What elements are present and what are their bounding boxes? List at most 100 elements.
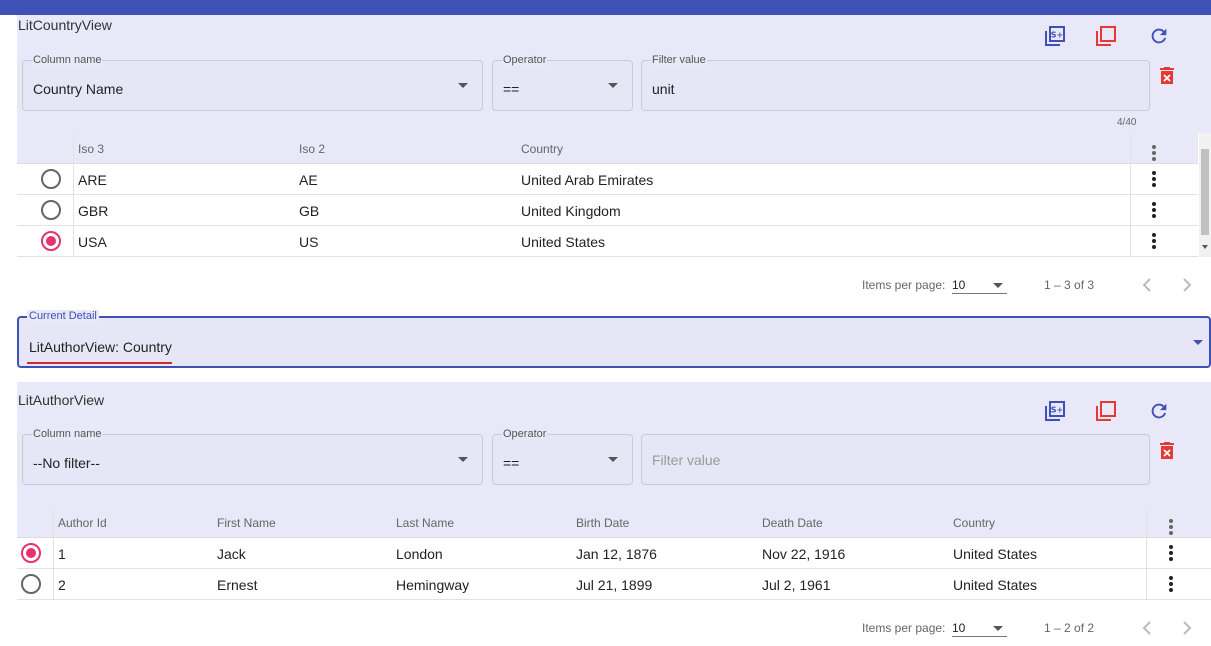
operator-select[interactable]: Operator == <box>492 54 633 111</box>
chevron-down-icon <box>993 626 1003 631</box>
scrollbar-thumb[interactable] <box>1201 149 1209 235</box>
items-per-page-label: Items per page: <box>862 621 946 635</box>
row-menu-icon[interactable] <box>1152 202 1156 220</box>
scroll-down-icon[interactable] <box>1202 245 1208 249</box>
column-header-country[interactable]: Country <box>521 142 563 156</box>
previous-page-button[interactable] <box>1141 278 1153 292</box>
delete-filter-icon <box>1160 442 1174 459</box>
chevron-down-icon <box>608 83 618 88</box>
library-add-icon: S+ <box>1045 401 1065 421</box>
author-view-title: LitAuthorView <box>18 392 105 408</box>
items-per-page-label: Items per page: <box>862 278 946 292</box>
current-detail-select[interactable]: Current Detail LitAuthorView: Country <box>17 310 1211 368</box>
row-select-radio[interactable] <box>41 231 61 251</box>
operator-value: == <box>503 81 520 97</box>
refresh-button[interactable] <box>1146 23 1172 49</box>
previous-page-button[interactable] <box>1141 621 1153 635</box>
clear-filter-button[interactable] <box>1154 63 1180 89</box>
column-header-first-name[interactable]: First Name <box>217 516 276 530</box>
column-name-select[interactable]: Column name Country Name <box>22 54 483 111</box>
row-menu-icon[interactable] <box>1152 233 1156 251</box>
column-menu-icon[interactable] <box>1169 519 1173 537</box>
country-view-title: LitCountryView <box>18 17 112 33</box>
filter-value-label: Filter value <box>651 54 707 66</box>
table-row[interactable]: 1 Jack London Jan 12, 1876 Nov 22, 1916 … <box>17 538 1211 569</box>
cell-iso3: USA <box>78 234 107 250</box>
refresh-icon <box>1151 403 1167 419</box>
author-view-panel: LitAuthorView S+ Column name --No filter… <box>17 382 1211 507</box>
chevron-right-icon <box>1183 621 1192 635</box>
refresh-icon <box>1151 28 1167 44</box>
column-menu-icon[interactable] <box>1152 145 1156 163</box>
delete-filter-icon <box>1160 67 1174 84</box>
page-range: 1 – 2 of 2 <box>1044 621 1095 635</box>
column-divider <box>1130 133 1131 257</box>
cell-birth-date: Jul 21, 1899 <box>576 577 653 593</box>
column-header-death-date[interactable]: Death Date <box>762 516 823 530</box>
chevron-left-icon <box>1142 621 1151 635</box>
author-table-header: Author Id First Name Last Name Birth Dat… <box>17 507 1211 538</box>
column-name-select[interactable]: Column name --No filter-- <box>22 428 483 485</box>
cell-first-name: Jack <box>217 546 246 562</box>
column-header-last-name[interactable]: Last Name <box>396 516 454 530</box>
add-to-library-button[interactable]: S+ <box>1042 398 1068 424</box>
operator-value: == <box>503 455 520 471</box>
page-size-select[interactable]: 10 <box>952 621 1007 637</box>
column-name-label: Column name <box>32 54 103 66</box>
cell-country: United States <box>521 234 606 250</box>
column-header-iso2[interactable]: Iso 2 <box>299 142 325 156</box>
chevron-down-icon <box>608 457 618 462</box>
copy-button[interactable] <box>1093 398 1119 424</box>
column-name-value: Country Name <box>33 81 124 97</box>
cell-birth-date: Jan 12, 1876 <box>576 546 657 562</box>
row-select-radio[interactable] <box>41 169 61 189</box>
column-divider <box>53 507 54 600</box>
operator-select[interactable]: Operator == <box>492 428 633 485</box>
clear-filter-button[interactable] <box>1154 438 1180 464</box>
table-row[interactable]: USA US United States <box>17 226 1198 257</box>
chevron-down-icon <box>458 83 468 88</box>
filter-value-text: unit <box>652 81 675 97</box>
cell-country: United States <box>953 546 1038 562</box>
chevron-left-icon <box>1142 278 1151 292</box>
table-row[interactable]: GBR GB United Kingdom <box>17 195 1198 226</box>
current-detail-value: LitAuthorView: Country <box>29 339 172 355</box>
next-page-button[interactable] <box>1181 621 1193 635</box>
row-select-radio[interactable] <box>21 543 41 563</box>
current-detail-label: Current Detail <box>27 310 99 322</box>
operator-label: Operator <box>502 54 548 66</box>
copy-icon <box>1096 401 1116 421</box>
column-header-country[interactable]: Country <box>953 516 995 530</box>
next-page-button[interactable] <box>1181 278 1193 292</box>
svg-text:S+: S+ <box>1051 31 1063 40</box>
refresh-button[interactable] <box>1146 398 1172 424</box>
filter-value-input[interactable]: Filter value <box>641 434 1150 485</box>
page-size-value: 10 <box>952 621 966 635</box>
country-table-header: Iso 3 Iso 2 Country <box>17 133 1198 164</box>
page-size-select[interactable]: 10 <box>952 278 1007 294</box>
table-row[interactable]: 2 Ernest Hemingway Jul 21, 1899 Jul 2, 1… <box>17 569 1211 600</box>
cell-death-date: Jul 2, 1961 <box>762 577 831 593</box>
author-table: Author Id First Name Last Name Birth Dat… <box>17 507 1211 600</box>
cell-author-id: 2 <box>58 577 66 593</box>
table-row[interactable]: ARE AE United Arab Emirates <box>17 164 1198 195</box>
table-scrollbar[interactable] <box>1199 133 1211 257</box>
row-select-radio[interactable] <box>41 200 61 220</box>
copy-button[interactable] <box>1093 23 1119 49</box>
row-menu-icon[interactable] <box>1169 545 1173 563</box>
column-header-author-id[interactable]: Author Id <box>58 516 107 530</box>
chevron-down-icon <box>1193 340 1203 345</box>
cell-author-id: 1 <box>58 546 66 562</box>
row-menu-icon[interactable] <box>1169 576 1173 594</box>
column-name-label: Column name <box>32 428 103 440</box>
add-to-library-button[interactable]: S+ <box>1042 23 1068 49</box>
filter-value-input[interactable]: Filter value unit <box>641 54 1150 111</box>
column-header-iso3[interactable]: Iso 3 <box>78 142 104 156</box>
svg-text:S+: S+ <box>1051 406 1063 415</box>
row-select-radio[interactable] <box>21 574 41 594</box>
copy-icon <box>1096 26 1116 46</box>
row-menu-icon[interactable] <box>1152 171 1156 189</box>
cell-last-name: Hemingway <box>396 577 470 593</box>
column-header-birth-date[interactable]: Birth Date <box>576 516 629 530</box>
left-gutter <box>0 15 17 646</box>
